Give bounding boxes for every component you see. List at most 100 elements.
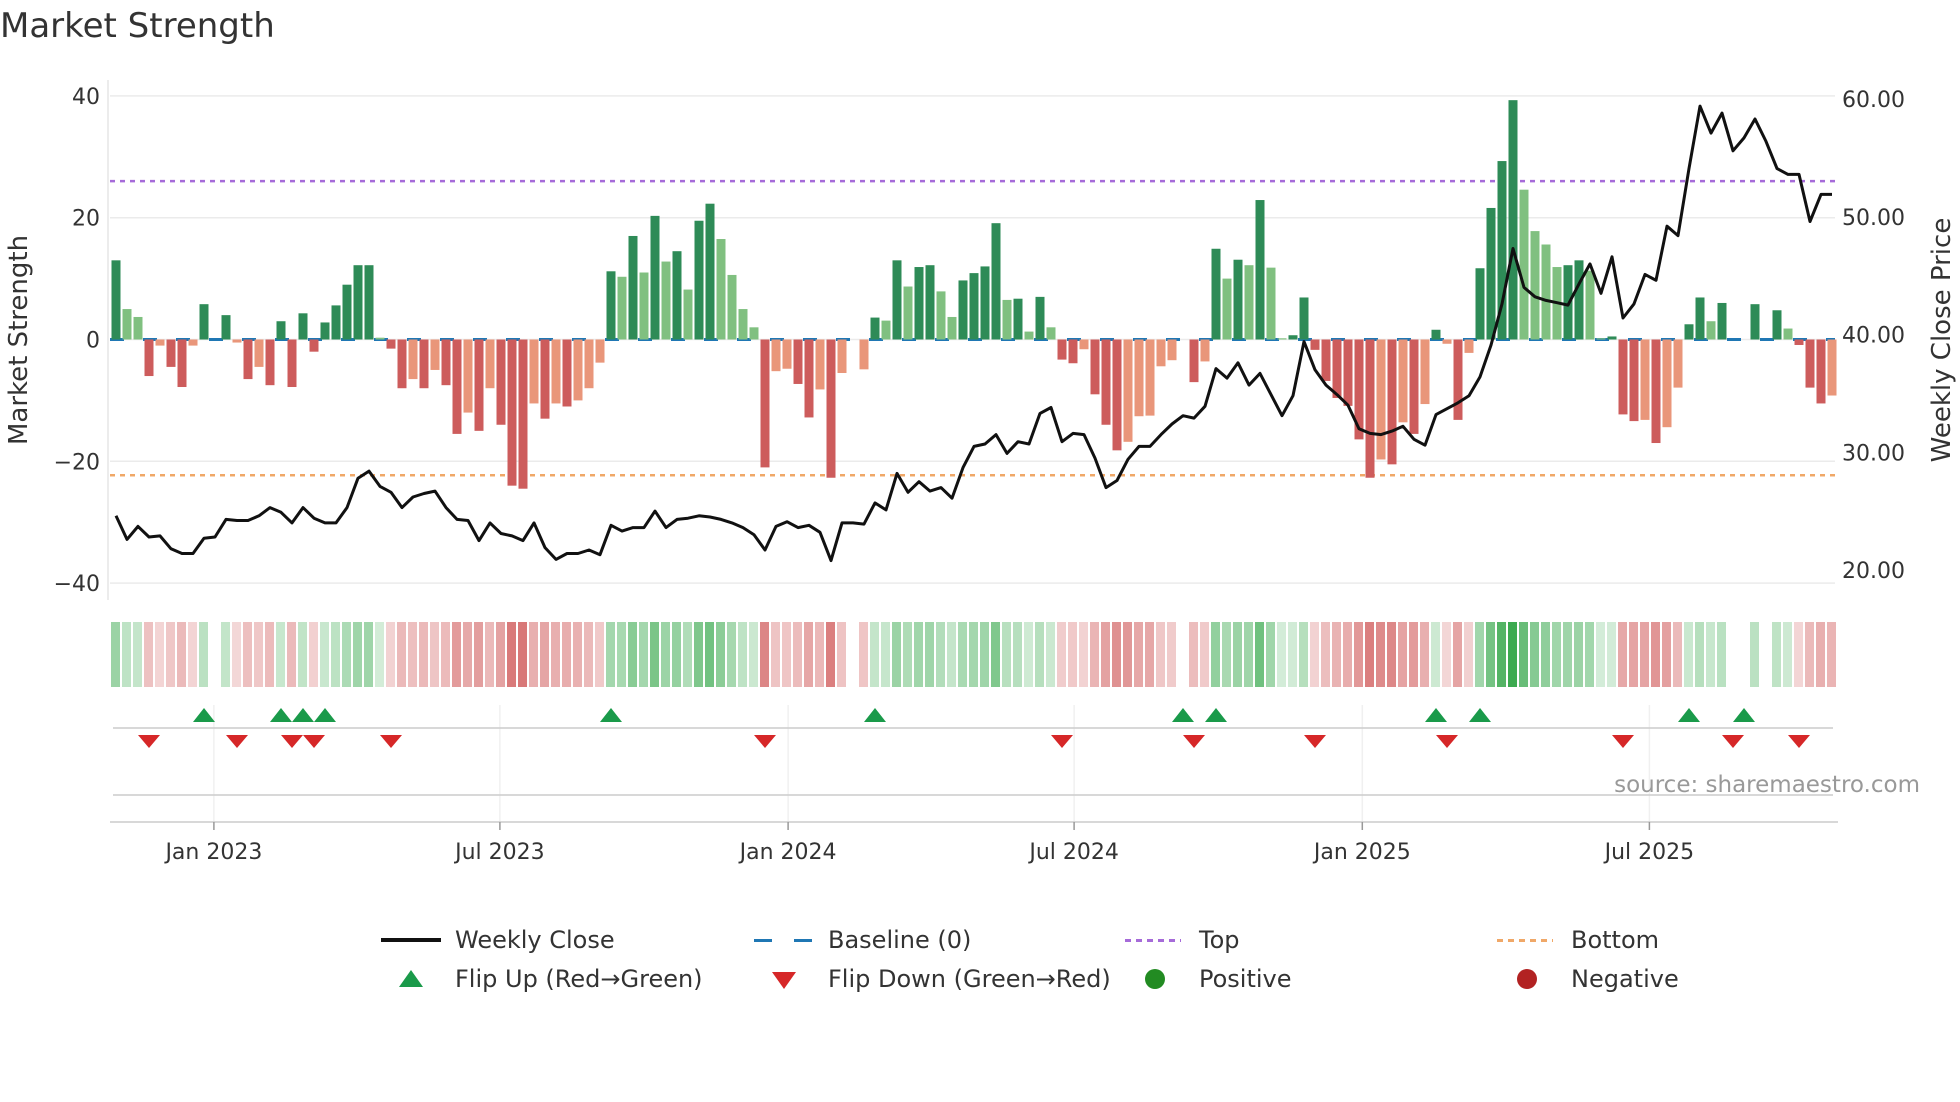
strength-heat-cell bbox=[265, 622, 274, 687]
flip-down-marker bbox=[1788, 735, 1810, 748]
flip-down-marker bbox=[1722, 735, 1744, 748]
strength-heat-cell bbox=[573, 622, 582, 687]
strength-heat-cell bbox=[1530, 622, 1539, 687]
strength-bar bbox=[518, 339, 528, 489]
strength-heat-cell bbox=[1640, 622, 1649, 687]
strength-bar bbox=[925, 265, 935, 340]
strength-bar bbox=[1321, 339, 1331, 381]
strength-bar bbox=[1266, 267, 1276, 340]
strength-bar bbox=[870, 317, 880, 340]
strength-heat-cell bbox=[540, 622, 549, 687]
strength-bar bbox=[1706, 321, 1716, 340]
strength-heat-cell bbox=[408, 622, 417, 687]
strength-bar bbox=[749, 327, 759, 340]
strength-heat-cell bbox=[1343, 622, 1352, 687]
strength-heat-cell bbox=[1244, 622, 1253, 687]
strength-bar bbox=[1332, 339, 1342, 398]
strength-heat-cell bbox=[177, 622, 186, 687]
strength-heat-cell bbox=[1497, 622, 1506, 687]
strength-heat-cell bbox=[837, 622, 846, 687]
strength-heat-cell bbox=[694, 622, 703, 687]
strength-bar bbox=[903, 286, 913, 340]
legend-label: Weekly Close bbox=[455, 926, 615, 954]
strength-bar bbox=[650, 215, 660, 340]
y2-tick-label: 40.00 bbox=[1842, 324, 1905, 349]
strength-bar bbox=[540, 339, 550, 419]
strength-bar bbox=[705, 203, 715, 340]
strength-bar bbox=[243, 339, 253, 380]
strength-bar bbox=[606, 271, 616, 340]
strength-heat-cell bbox=[188, 622, 197, 687]
strength-heat-cell bbox=[1002, 622, 1011, 687]
strength-bar bbox=[441, 339, 451, 386]
strength-bar bbox=[1695, 297, 1705, 340]
strength-bar bbox=[1255, 200, 1265, 340]
legend-top: Top bbox=[1125, 926, 1240, 954]
x-tick-label: Jan 2023 bbox=[163, 840, 262, 865]
strength-heat-cell bbox=[1189, 622, 1198, 687]
strength-bar bbox=[507, 339, 517, 486]
legend-flip-down: Flip Down (Green→Red) bbox=[754, 965, 1111, 993]
strength-bar bbox=[1772, 310, 1782, 340]
flip-down-marker bbox=[226, 735, 248, 748]
strength-bar bbox=[1156, 339, 1166, 367]
strength-bar bbox=[1002, 299, 1012, 340]
strength-bar bbox=[1343, 339, 1353, 406]
strength-heat-cell bbox=[485, 622, 494, 687]
strength-heat-cell bbox=[914, 622, 923, 687]
flip-up-marker bbox=[1172, 708, 1194, 722]
strength-bar bbox=[1453, 339, 1463, 420]
strength-bar bbox=[298, 313, 308, 340]
strength-heat-cell bbox=[738, 622, 747, 687]
strength-heat-cell bbox=[1651, 622, 1660, 687]
flip-down-marker bbox=[281, 735, 303, 748]
strength-bar bbox=[1816, 339, 1826, 404]
strength-bar bbox=[859, 339, 869, 370]
legend-label: Flip Down (Green→Red) bbox=[828, 965, 1111, 993]
strength-bar bbox=[144, 339, 154, 377]
strength-bar bbox=[1607, 336, 1617, 340]
strength-bar bbox=[1145, 339, 1155, 416]
strength-heat-cell bbox=[1519, 622, 1528, 687]
strength-heat-cell bbox=[1816, 622, 1825, 687]
strength-bar bbox=[760, 339, 770, 468]
strength-bar bbox=[815, 339, 825, 390]
strength-bar bbox=[683, 289, 693, 340]
strength-heat-cell bbox=[1783, 622, 1792, 687]
strength-bar bbox=[628, 235, 638, 340]
strength-heat-cell bbox=[1255, 622, 1264, 687]
strength-heat-cell bbox=[1299, 622, 1308, 687]
strength-bar bbox=[1057, 339, 1067, 360]
strength-bar bbox=[1123, 339, 1133, 442]
strength-heat-cell bbox=[1662, 622, 1671, 687]
strength-bar bbox=[254, 339, 264, 367]
strength-bar bbox=[155, 339, 165, 346]
strength-heat-cell bbox=[353, 622, 362, 687]
strength-heat-cell bbox=[716, 622, 725, 687]
strength-bar bbox=[1277, 338, 1287, 340]
strength-heat-cell bbox=[1277, 622, 1286, 687]
strength-heat-cell bbox=[507, 622, 516, 687]
strength-heat-cell bbox=[1321, 622, 1330, 687]
strength-heat-cell bbox=[1475, 622, 1484, 687]
strength-heat-cell bbox=[1365, 622, 1374, 687]
strength-bar bbox=[914, 267, 924, 340]
strength-heat-cell bbox=[1222, 622, 1231, 687]
x-tick-label: Jan 2024 bbox=[738, 840, 837, 865]
strength-heat-cell bbox=[1079, 622, 1088, 687]
strength-heat-cell bbox=[551, 622, 560, 687]
flip-up-marker bbox=[314, 708, 336, 722]
strength-bar bbox=[1310, 339, 1320, 350]
strength-bar bbox=[111, 260, 121, 340]
strength-bar bbox=[980, 266, 990, 340]
strength-bar bbox=[639, 272, 649, 340]
strength-heat-cell bbox=[1563, 622, 1572, 687]
strength-heat-cell bbox=[1486, 622, 1495, 687]
strength-bar bbox=[551, 339, 561, 404]
flip-up-marker bbox=[864, 708, 886, 722]
strength-heat-cell bbox=[661, 622, 670, 687]
strength-heat-cell bbox=[1057, 622, 1066, 687]
strength-bar bbox=[826, 339, 836, 478]
strength-bar bbox=[133, 316, 143, 340]
legend-bottom: Bottom bbox=[1497, 926, 1659, 954]
